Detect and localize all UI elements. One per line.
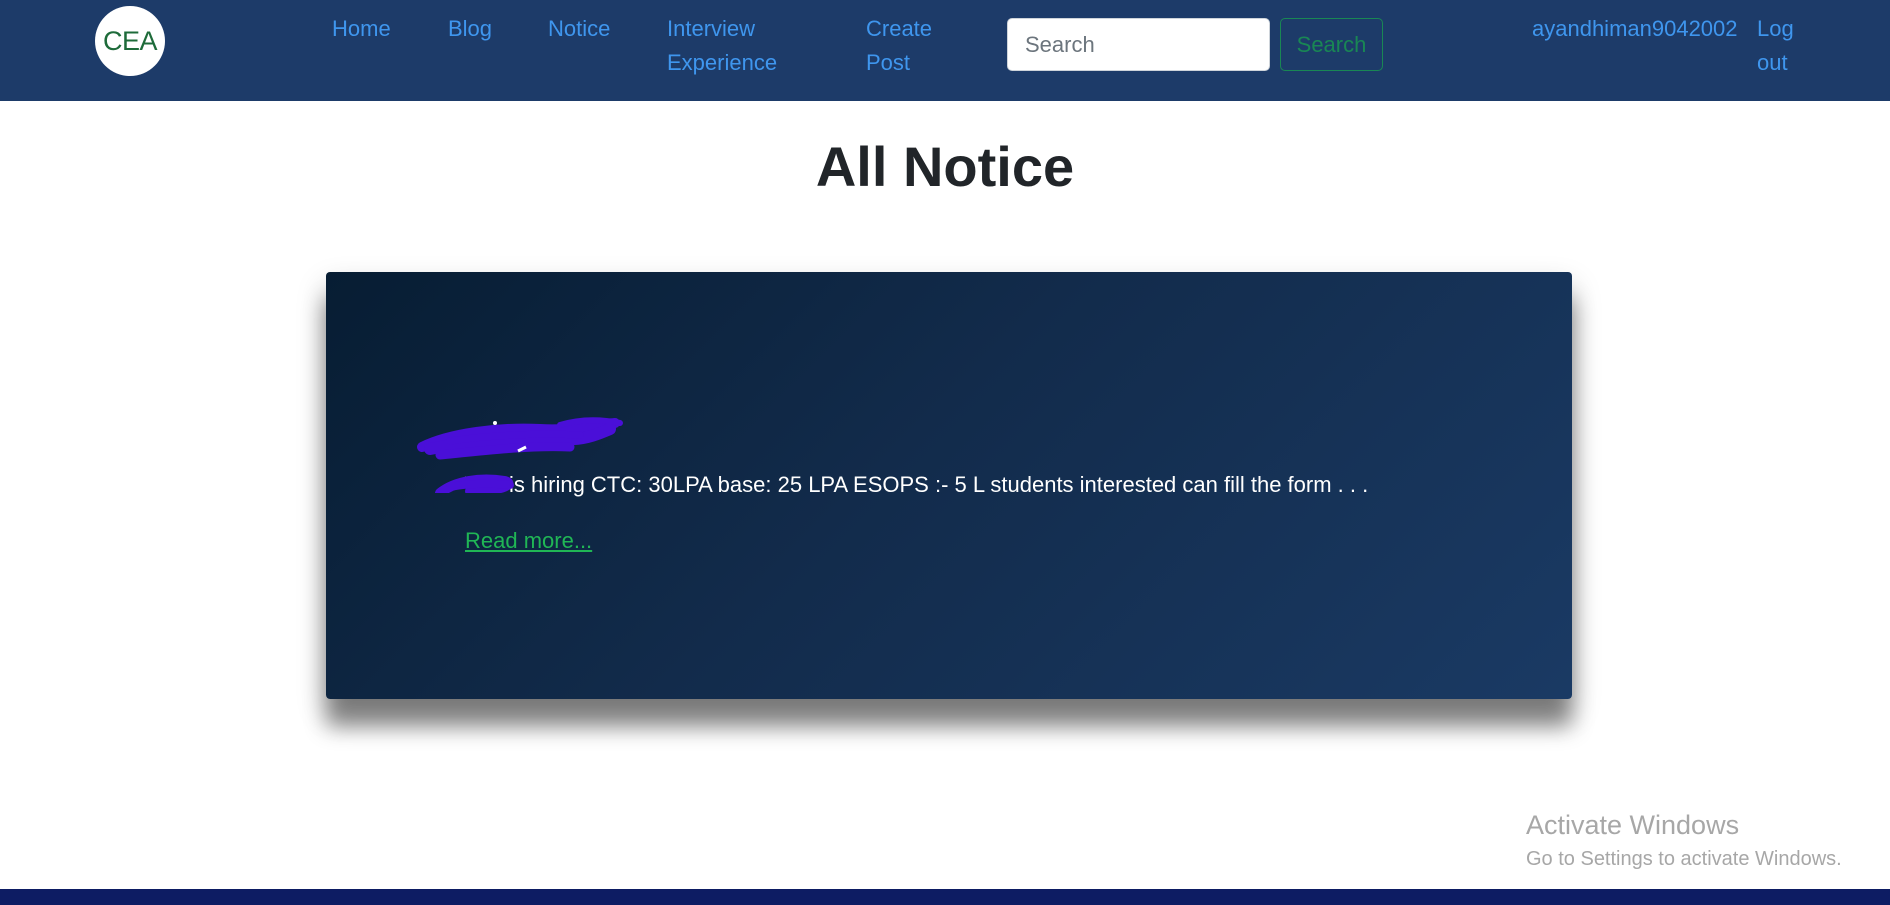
search-input[interactable] bbox=[1007, 18, 1270, 71]
activate-windows-title: Activate Windows bbox=[1526, 810, 1740, 840]
nav-link-notice[interactable]: Notice bbox=[548, 12, 610, 46]
page-title: All Notice bbox=[815, 135, 1075, 198]
footer-bar bbox=[0, 889, 1890, 905]
nav-link-home[interactable]: Home bbox=[332, 12, 391, 46]
search-button[interactable]: Search bbox=[1280, 18, 1383, 71]
activate-windows-subtitle: Go to Settings to activate Windows. bbox=[1526, 848, 1842, 870]
cea-logo[interactable]: CEA bbox=[95, 6, 165, 76]
read-more-link[interactable]: Read more... bbox=[465, 528, 592, 554]
nav-link-blog[interactable]: Blog bbox=[448, 12, 492, 46]
notice-card: W... is hiring CTC: 30LPA base: 25 LPA E… bbox=[326, 272, 1572, 699]
nav-link-logout[interactable]: Log out bbox=[1757, 12, 1807, 80]
nav-link-interview-experience[interactable]: Interview Experience bbox=[667, 12, 827, 80]
activate-windows-watermark: Activate Windows Go to Settings to activ… bbox=[1526, 808, 1842, 874]
nav-link-username[interactable]: ayandhiman9042002 bbox=[1532, 12, 1738, 46]
notice-body: W... is hiring CTC: 30LPA base: 25 LPA E… bbox=[465, 472, 1369, 497]
navbar: CEA Home Blog Notice Interview Experienc… bbox=[0, 0, 1890, 101]
nav-link-create-post[interactable]: Create Post bbox=[866, 12, 946, 80]
